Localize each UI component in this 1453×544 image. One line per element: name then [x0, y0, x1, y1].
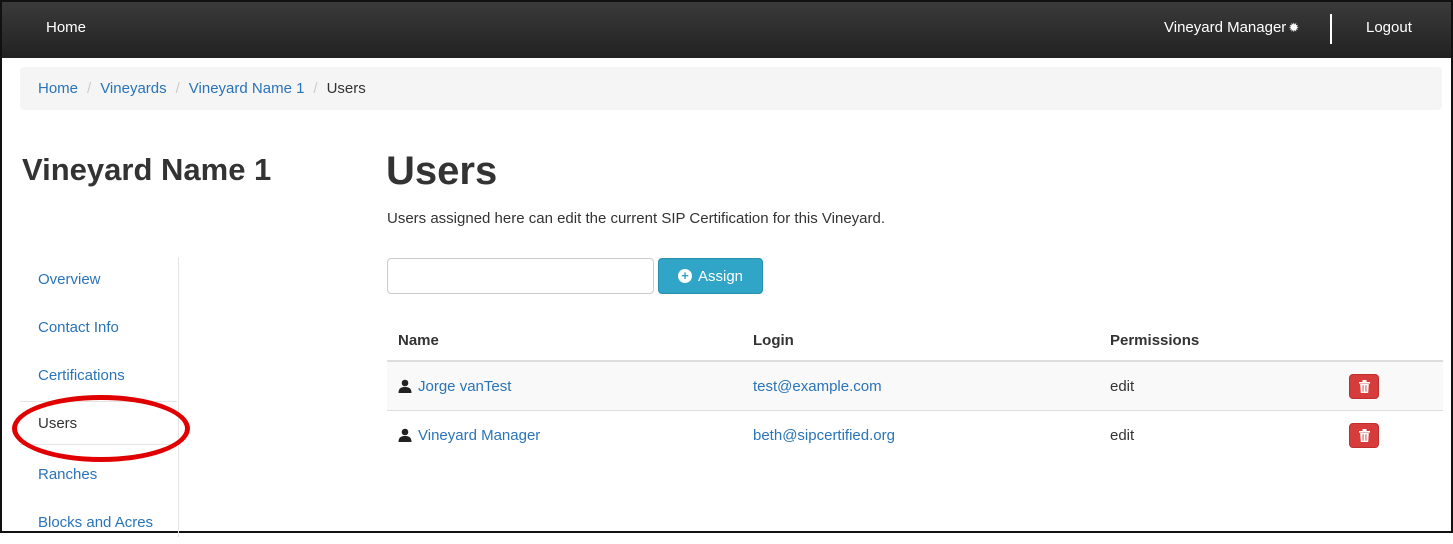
user-name-link[interactable]: Vineyard Manager	[418, 427, 540, 444]
breadcrumb-current: Users	[326, 80, 366, 97]
login-cell: test@example.com	[753, 362, 882, 410]
table-row: Vineyard Manager beth@sipcertified.org e…	[387, 411, 1443, 459]
permission-cell: edit	[1110, 426, 1135, 444]
assign-button-label: Assign	[697, 267, 744, 285]
sidebar-item-overview[interactable]: Overview	[20, 257, 177, 301]
user-menu[interactable]: Vineyard Manager ✹	[1164, 19, 1299, 36]
sidebar-item-blocks-and-acres[interactable]: Blocks and Acres	[20, 500, 177, 544]
page-description: Users assigned here can edit the current…	[387, 210, 886, 227]
table-header: Name Login Permissions	[387, 320, 1443, 362]
page-title: Users	[386, 149, 498, 193]
user-icon	[398, 428, 412, 442]
breadcrumb-vineyards[interactable]: Vineyards	[100, 80, 166, 97]
user-icon	[398, 379, 412, 393]
column-header-name: Name	[398, 331, 439, 349]
table-row: Jorge vanTest test@example.com edit	[387, 362, 1443, 411]
nav-home-link[interactable]: Home	[46, 19, 86, 36]
column-header-login: Login	[753, 331, 794, 349]
logout-link[interactable]: Logout	[1366, 19, 1412, 36]
breadcrumb: Home / Vineyards / Vineyard Name 1 / Use…	[20, 67, 1442, 110]
delete-user-button[interactable]	[1349, 373, 1379, 399]
assign-button[interactable]: + Assign	[658, 258, 763, 294]
breadcrumb-divider: /	[313, 80, 318, 97]
action-cell	[1349, 411, 1379, 459]
trash-icon	[1358, 379, 1370, 393]
breadcrumb-divider: /	[175, 80, 180, 97]
name-cell: Vineyard Manager	[398, 411, 540, 459]
permission-cell: edit	[1110, 377, 1135, 395]
plus-circle-icon: +	[677, 269, 692, 283]
user-name-link[interactable]: Jorge vanTest	[418, 378, 511, 395]
vineyard-title: Vineyard Name 1	[22, 152, 272, 187]
sidebar-item-certifications[interactable]: Certifications	[20, 353, 177, 397]
trash-icon	[1358, 428, 1370, 442]
user-login-link[interactable]: beth@sipcertified.org	[753, 427, 895, 444]
sidebar-item-contact-info[interactable]: Contact Info	[20, 305, 177, 349]
column-header-permissions: Permissions	[1110, 331, 1200, 349]
breadcrumb-vineyard[interactable]: Vineyard Name 1	[189, 80, 305, 97]
navbar-divider	[1330, 14, 1332, 44]
name-cell: Jorge vanTest	[398, 362, 511, 410]
sidebar-item-users[interactable]: Users	[20, 401, 177, 445]
delete-user-button[interactable]	[1349, 422, 1379, 448]
login-cell: beth@sipcertified.org	[753, 411, 895, 459]
breadcrumb-divider: /	[87, 80, 92, 97]
side-nav: Overview Contact Info Certifications Use…	[20, 257, 179, 537]
top-navbar: Home Vineyard Manager ✹ Logout	[2, 2, 1451, 58]
sidebar-item-ranches[interactable]: Ranches	[20, 452, 177, 496]
action-cell	[1349, 362, 1379, 410]
user-menu-label: Vineyard Manager	[1164, 19, 1287, 36]
assign-user-input[interactable]	[387, 258, 654, 294]
user-login-link[interactable]: test@example.com	[753, 378, 882, 395]
gear-icon: ✹	[1288, 19, 1300, 35]
breadcrumb-home[interactable]: Home	[38, 80, 78, 97]
